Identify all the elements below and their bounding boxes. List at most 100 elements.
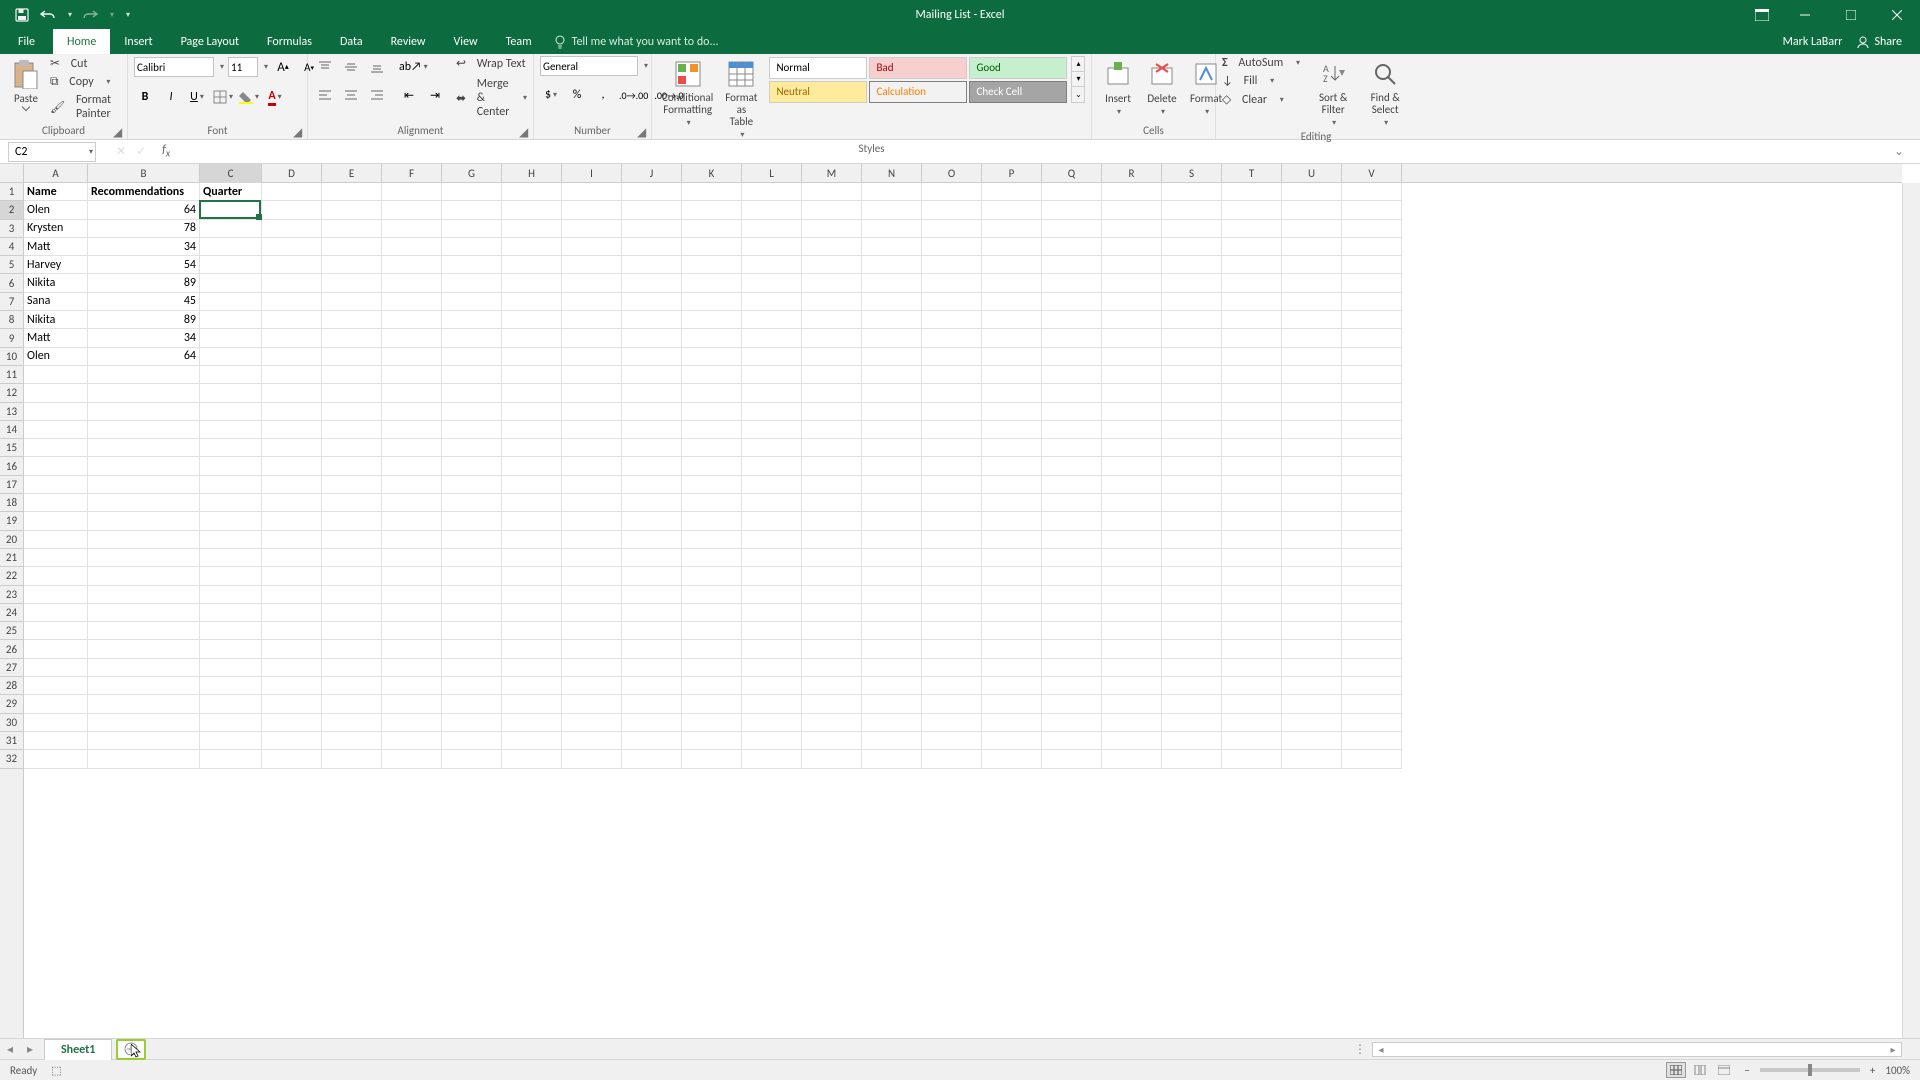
cell[interactable] (382, 311, 442, 329)
cell[interactable] (200, 549, 262, 567)
cell[interactable] (262, 403, 322, 421)
redo-dropdown[interactable]: ▾ (110, 10, 114, 20)
cell[interactable] (922, 622, 982, 640)
cell[interactable] (322, 238, 382, 256)
cell[interactable] (862, 403, 922, 421)
cell[interactable] (200, 403, 262, 421)
cell[interactable] (862, 201, 922, 219)
name-box-dropdown[interactable]: ▾ (89, 147, 93, 157)
cell[interactable] (1282, 421, 1342, 439)
cell[interactable] (622, 476, 682, 494)
cell[interactable] (682, 586, 742, 604)
cell[interactable] (1282, 220, 1342, 238)
cell[interactable]: 64 (88, 348, 200, 366)
row-header[interactable]: 29 (0, 695, 23, 713)
cell[interactable] (1282, 293, 1342, 311)
cell[interactable] (1222, 421, 1282, 439)
cell[interactable] (24, 714, 88, 732)
cell[interactable] (382, 640, 442, 658)
column-header[interactable]: H (502, 164, 562, 183)
cell[interactable] (1102, 476, 1162, 494)
cell[interactable] (502, 220, 562, 238)
percent-icon[interactable]: % (566, 84, 588, 106)
cell[interactable] (442, 201, 502, 219)
cell[interactable] (862, 586, 922, 604)
row-header[interactable]: 4 (0, 238, 23, 256)
row-header[interactable]: 22 (0, 567, 23, 585)
cell[interactable] (982, 677, 1042, 695)
cell[interactable] (200, 604, 262, 622)
cell[interactable] (442, 311, 502, 329)
cell[interactable] (322, 622, 382, 640)
cell[interactable] (1222, 677, 1282, 695)
cell[interactable] (1222, 238, 1282, 256)
cell[interactable] (88, 403, 200, 421)
cell[interactable] (862, 750, 922, 768)
tab-team[interactable]: Team (492, 29, 546, 54)
cell[interactable] (622, 366, 682, 384)
cell[interactable] (742, 201, 802, 219)
cell[interactable] (862, 329, 922, 347)
cell[interactable] (742, 677, 802, 695)
cell[interactable] (1102, 274, 1162, 292)
cell[interactable] (742, 274, 802, 292)
orientation-icon[interactable]: ab↗▾ (398, 56, 429, 78)
cell[interactable] (922, 512, 982, 530)
cell[interactable] (1222, 586, 1282, 604)
cell[interactable] (1102, 439, 1162, 457)
cell[interactable]: Olen (24, 348, 88, 366)
redo-icon[interactable] (82, 7, 98, 23)
cell[interactable] (1042, 439, 1102, 457)
cell[interactable] (1102, 494, 1162, 512)
cell[interactable] (562, 622, 622, 640)
cell[interactable] (622, 183, 682, 201)
cell[interactable] (742, 384, 802, 402)
wrap-text-button[interactable]: ↩ Wrap Text (456, 56, 527, 71)
cell[interactable] (1162, 183, 1222, 201)
cell[interactable] (442, 256, 502, 274)
cell[interactable] (1342, 586, 1402, 604)
cell[interactable] (200, 750, 262, 768)
cell[interactable] (742, 256, 802, 274)
cell[interactable] (502, 238, 562, 256)
select-all-corner[interactable] (0, 164, 24, 183)
cell[interactable] (862, 567, 922, 585)
column-header[interactable]: O (922, 164, 982, 183)
cell[interactable] (982, 695, 1042, 713)
column-header[interactable]: M (802, 164, 862, 183)
cell[interactable] (1222, 220, 1282, 238)
tell-me-search[interactable]: Tell me what you want to do... (554, 29, 719, 54)
cell[interactable] (442, 293, 502, 311)
cell[interactable] (802, 622, 862, 640)
cell[interactable] (382, 439, 442, 457)
cell[interactable] (922, 439, 982, 457)
cell[interactable] (682, 494, 742, 512)
cell[interactable] (802, 549, 862, 567)
cell[interactable] (442, 348, 502, 366)
cell[interactable] (1102, 403, 1162, 421)
cell[interactable] (1222, 457, 1282, 475)
cell[interactable] (742, 586, 802, 604)
cell[interactable] (262, 274, 322, 292)
cell[interactable] (442, 421, 502, 439)
cell[interactable] (562, 640, 622, 658)
cell[interactable]: 78 (88, 220, 200, 238)
cell[interactable] (1042, 384, 1102, 402)
cell[interactable] (88, 604, 200, 622)
cell[interactable] (982, 256, 1042, 274)
cell[interactable] (322, 604, 382, 622)
cell[interactable] (1222, 750, 1282, 768)
cell[interactable] (1162, 750, 1222, 768)
cell[interactable] (1102, 311, 1162, 329)
cell[interactable] (742, 476, 802, 494)
cell[interactable] (1162, 640, 1222, 658)
cell[interactable] (322, 677, 382, 695)
cell[interactable] (1102, 348, 1162, 366)
cell[interactable] (922, 714, 982, 732)
cell[interactable] (742, 329, 802, 347)
cell[interactable] (200, 531, 262, 549)
cell[interactable] (502, 732, 562, 750)
cell[interactable] (922, 274, 982, 292)
cell[interactable] (322, 329, 382, 347)
cell[interactable] (682, 732, 742, 750)
